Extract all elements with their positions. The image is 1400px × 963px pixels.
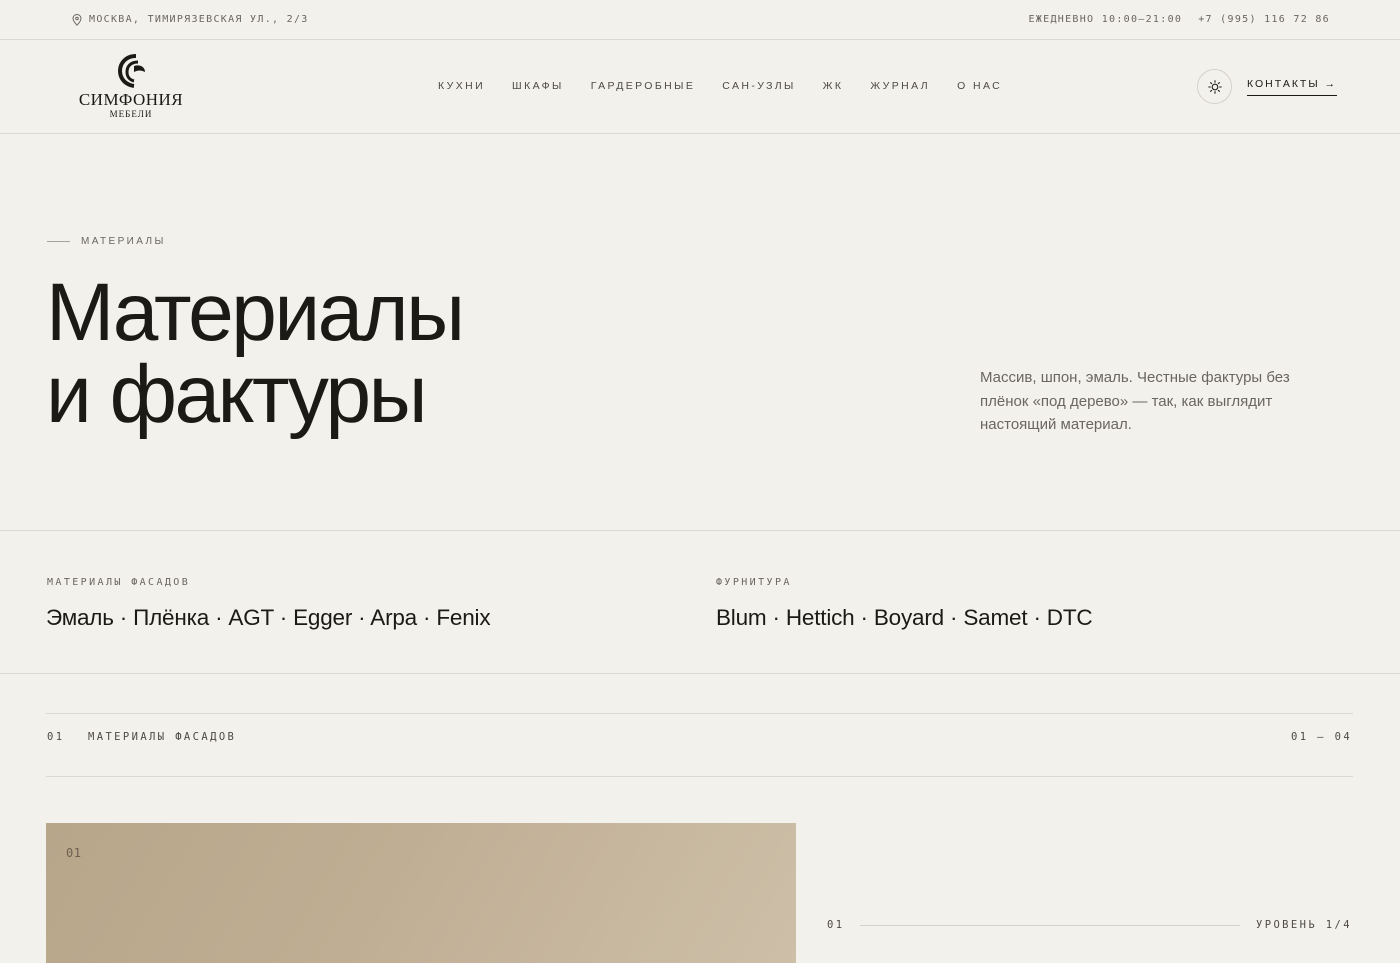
level-number: 01 <box>827 919 845 931</box>
opening-hours: ЕЖЕДНЕВНО 10:00–21:00 <box>1028 14 1183 25</box>
level-line <box>860 925 1240 926</box>
hardware-value: Blum · Hettich · Boyard · Samet · DTC <box>716 605 1093 630</box>
nav-item-journal[interactable]: ЖУРНАЛ <box>870 80 930 92</box>
nav-item-kitchens[interactable]: КУХНИ <box>438 80 485 92</box>
hardware-label: ФУРНИТУРА <box>716 577 792 588</box>
nav-item-residential[interactable]: ЖК <box>823 80 844 92</box>
address-text: МОСКВА, ТИМИРЯЗЕВСКАЯ УЛ., 2/3 <box>89 14 309 25</box>
site-header: СИМФОНИЯ МЕБЕЛИ КУХНИ ШКАФЫ ГАРДЕРОБНЫЕ … <box>0 40 1400 134</box>
logo-subtitle: МЕБЕЛИ <box>109 109 153 119</box>
nav-item-about[interactable]: О НАС <box>957 80 1002 92</box>
section-top-line <box>46 713 1353 714</box>
swatch-number: 01 <box>66 846 82 860</box>
page-title: Материалы и фактуры <box>46 272 746 436</box>
main-nav: КУХНИ ШКАФЫ ГАРДЕРОБНЫЕ САН-УЗЛЫ ЖК ЖУРН… <box>438 80 1002 92</box>
facades-value: Эмаль · Плёнка · AGT · Egger · Arpa · Fe… <box>46 605 491 630</box>
section-title: МАТЕРИАЛЫ ФАСАДОВ <box>88 731 237 743</box>
section-bottom-line <box>46 776 1353 777</box>
page-title-line-2: и фактуры <box>46 349 428 440</box>
logo-mark-icon <box>117 54 145 88</box>
nav-item-dressing-rooms[interactable]: ГАРДЕРОБНЫЕ <box>591 80 696 92</box>
top-bar: МОСКВА, ТИМИРЯЗЕВСКАЯ УЛ., 2/3 ЕЖЕДНЕВНО… <box>0 0 1400 40</box>
theme-toggle-button[interactable] <box>1197 69 1232 104</box>
level-label: УРОВЕНЬ 1/4 <box>1256 919 1352 931</box>
hero-description: Массив, шпон, эмаль. Честные фактуры без… <box>980 369 1290 433</box>
phone-link[interactable]: +7 (995) 116 72 86 <box>1198 14 1330 25</box>
section-range: 01 — 04 <box>1291 731 1353 743</box>
eyebrow-line <box>47 241 70 242</box>
facades-label: МАТЕРИАЛЫ ФАСАДОВ <box>47 577 191 588</box>
material-swatch[interactable]: 01 <box>46 823 796 963</box>
page-title-line-1: Материалы <box>46 267 465 358</box>
sun-icon <box>1207 79 1222 94</box>
nav-item-wardrobes[interactable]: ШКАФЫ <box>512 80 564 92</box>
address[interactable]: МОСКВА, ТИМИРЯЗЕВСКАЯ УЛ., 2/3 <box>72 13 309 26</box>
logo[interactable]: СИМФОНИЯ МЕБЕЛИ <box>76 52 186 122</box>
location-pin-icon <box>72 13 82 26</box>
section-number: 01 <box>47 731 65 743</box>
section-eyebrow: МАТЕРИАЛЫ <box>47 236 166 247</box>
logo-name: СИМФОНИЯ <box>78 90 184 109</box>
nav-item-bathrooms[interactable]: САН-УЗЛЫ <box>722 80 795 92</box>
eyebrow-text: МАТЕРИАЛЫ <box>81 236 166 247</box>
divider <box>0 673 1400 674</box>
contacts-link[interactable]: КОНТАКТЫ → <box>1247 78 1338 96</box>
divider <box>0 530 1400 531</box>
